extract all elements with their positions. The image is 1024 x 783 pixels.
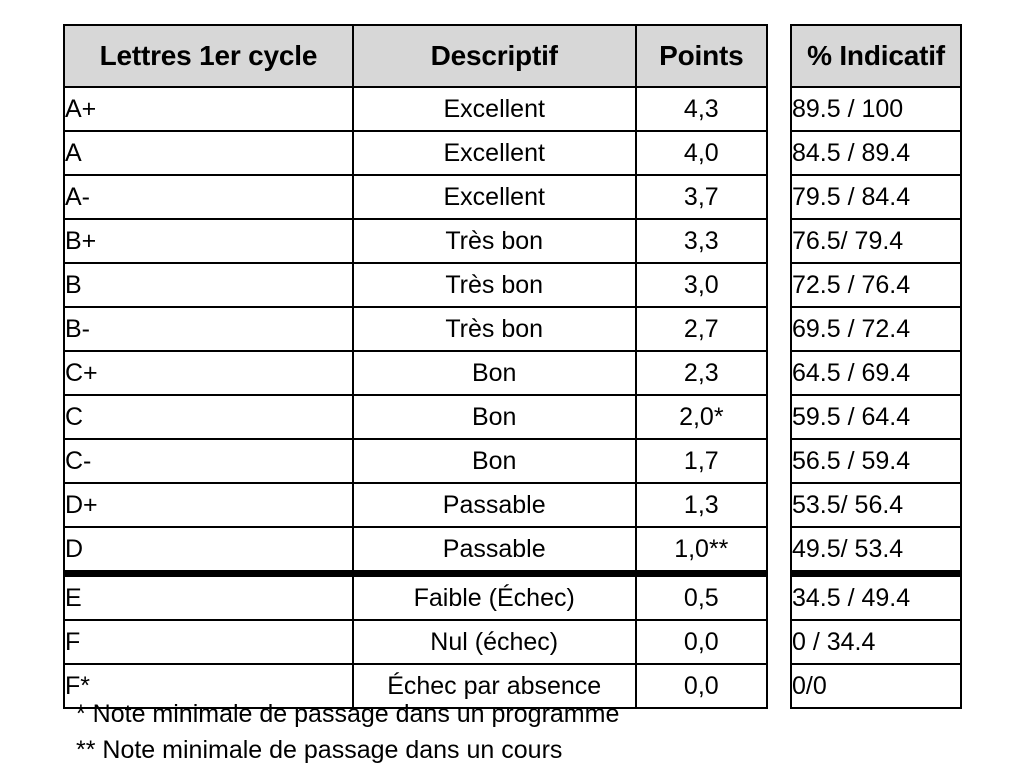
cell-letter: D: [63, 526, 354, 577]
percentage-table-row: 89.5 / 100: [790, 86, 962, 132]
cell-letter: F: [63, 619, 354, 665]
percentage-table: % Indicatif 89.5 / 100 84.5 / 89.4 79.5 / …: [790, 24, 962, 709]
cell-descriptif: Faible (Échec): [351, 572, 637, 621]
cell-points: 4,0: [634, 130, 769, 176]
table-row: A Excellent 4,0: [63, 130, 769, 176]
percentage-table-row: 53.5/ 56.4: [790, 482, 962, 528]
grading-scale-table: Lettres 1er cycle Descriptif Points A+ Ex…: [63, 24, 769, 709]
percentage-table-row: 0 / 34.4: [790, 619, 962, 665]
cell-descriptif: Bon: [351, 438, 637, 484]
cell-letter: E: [63, 572, 354, 621]
table-row: C+ Bon 2,3: [63, 350, 769, 396]
cell-percent: 56.5 / 59.4: [790, 438, 962, 484]
percentage-table-row: 79.5 / 84.4: [790, 174, 962, 220]
cell-points: 2,0*: [634, 394, 769, 440]
percentage-table-row: 69.5 / 72.4: [790, 306, 962, 352]
cell-points: 2,7: [634, 306, 769, 352]
column-header-letter: Lettres 1er cycle: [63, 24, 354, 88]
table-row: B+ Très bon 3,3: [63, 218, 769, 264]
cell-letter: C+: [63, 350, 354, 396]
cell-percent: 34.5 / 49.4: [790, 572, 962, 621]
cell-descriptif: Excellent: [351, 174, 637, 220]
table-row: F Nul (échec) 0,0: [63, 619, 769, 665]
cell-letter: C: [63, 394, 354, 440]
cell-points: 1,0**: [634, 526, 769, 577]
cell-percent: 53.5/ 56.4: [790, 482, 962, 528]
percentage-table-row: 64.5 / 69.4: [790, 350, 962, 396]
cell-percent: 69.5 / 72.4: [790, 306, 962, 352]
cell-percent: 0 / 34.4: [790, 619, 962, 665]
cell-points: 2,3: [634, 350, 769, 396]
cell-descriptif: Très bon: [351, 306, 637, 352]
percentage-table-row: 59.5 / 64.4: [790, 394, 962, 440]
cell-percent: 49.5/ 53.4: [790, 526, 962, 577]
table-body: A+ Excellent 4,3 A Excellent 4,0 A- Excellent 3,…: [63, 86, 769, 709]
cell-points: 3,3: [634, 218, 769, 264]
cell-descriptif: Très bon: [351, 218, 637, 264]
table-row: D+ Passable 1,3: [63, 482, 769, 528]
table-row: A+ Excellent 4,3: [63, 86, 769, 132]
table-row: B Très bon 3,0: [63, 262, 769, 308]
footnotes: * Note minimale de passage dans un progr…: [76, 697, 916, 768]
cell-percent: 59.5 / 64.4: [790, 394, 962, 440]
cell-points: 4,3: [634, 86, 769, 132]
cell-descriptif: Excellent: [351, 86, 637, 132]
column-header-points: Points: [634, 24, 769, 88]
table-row: B- Très bon 2,7: [63, 306, 769, 352]
cell-letter: B-: [63, 306, 354, 352]
header-row: % Indicatif: [790, 24, 962, 88]
cell-points: 1,3: [634, 482, 769, 528]
cell-letter: B+: [63, 218, 354, 264]
cell-letter: A-: [63, 174, 354, 220]
table-header: Lettres 1er cycle Descriptif Points: [63, 24, 769, 88]
table-row: C Bon 2,0*: [63, 394, 769, 440]
cell-letter: B: [63, 262, 354, 308]
cell-percent: 64.5 / 69.4: [790, 350, 962, 396]
cell-letter: A: [63, 130, 354, 176]
cell-percent: 89.5 / 100: [790, 86, 962, 132]
cell-descriptif: Très bon: [351, 262, 637, 308]
footnote-double-asterisk: ** Note minimale de passage dans un cour…: [76, 735, 563, 764]
cell-points: 3,0: [634, 262, 769, 308]
cell-descriptif: Bon: [351, 394, 637, 440]
percentage-table-row: 34.5 / 49.4: [790, 572, 962, 621]
percentage-table-body: 89.5 / 100 84.5 / 89.4 79.5 / 84.4 76.5/ 79…: [790, 86, 962, 709]
percentage-table-row: 76.5/ 79.4: [790, 218, 962, 264]
column-header-descriptif: Descriptif: [351, 24, 637, 88]
cell-points: 0,0: [634, 619, 769, 665]
cell-letter: C-: [63, 438, 354, 484]
cell-letter: D+: [63, 482, 354, 528]
table-row: D Passable 1,0**: [63, 526, 769, 577]
table-row: A- Excellent 3,7: [63, 174, 769, 220]
cell-descriptif: Passable: [351, 526, 637, 577]
footnote-single-asterisk: * Note minimale de passage dans un progr…: [76, 700, 620, 728]
cell-percent: 84.5 / 89.4: [790, 130, 962, 176]
percentage-table-row: 72.5 / 76.4: [790, 262, 962, 308]
cell-descriptif: Bon: [351, 350, 637, 396]
cell-letter: A+: [63, 86, 354, 132]
percentage-table-row: 49.5/ 53.4: [790, 526, 962, 577]
percentage-table-row: 56.5 / 59.4: [790, 438, 962, 484]
header-row: Lettres 1er cycle Descriptif Points: [63, 24, 769, 88]
cell-points: 0,5: [634, 572, 769, 621]
cell-descriptif: Nul (échec): [351, 619, 637, 665]
cell-points: 3,7: [634, 174, 769, 220]
table-row: E Faible (Échec) 0,5: [63, 572, 769, 621]
cell-percent: 72.5 / 76.4: [790, 262, 962, 308]
cell-descriptif: Excellent: [351, 130, 637, 176]
percentage-table-row: 84.5 / 89.4: [790, 130, 962, 176]
cell-descriptif: Passable: [351, 482, 637, 528]
grading-scale-page: Lettres 1er cycle Descriptif Points A+ Ex…: [0, 0, 1024, 783]
column-header-percent: % Indicatif: [790, 24, 962, 88]
table-row: C- Bon 1,7: [63, 438, 769, 484]
percentage-table-header: % Indicatif: [790, 24, 962, 88]
cell-percent: 76.5/ 79.4: [790, 218, 962, 264]
cell-points: 1,7: [634, 438, 769, 484]
cell-percent: 79.5 / 84.4: [790, 174, 962, 220]
